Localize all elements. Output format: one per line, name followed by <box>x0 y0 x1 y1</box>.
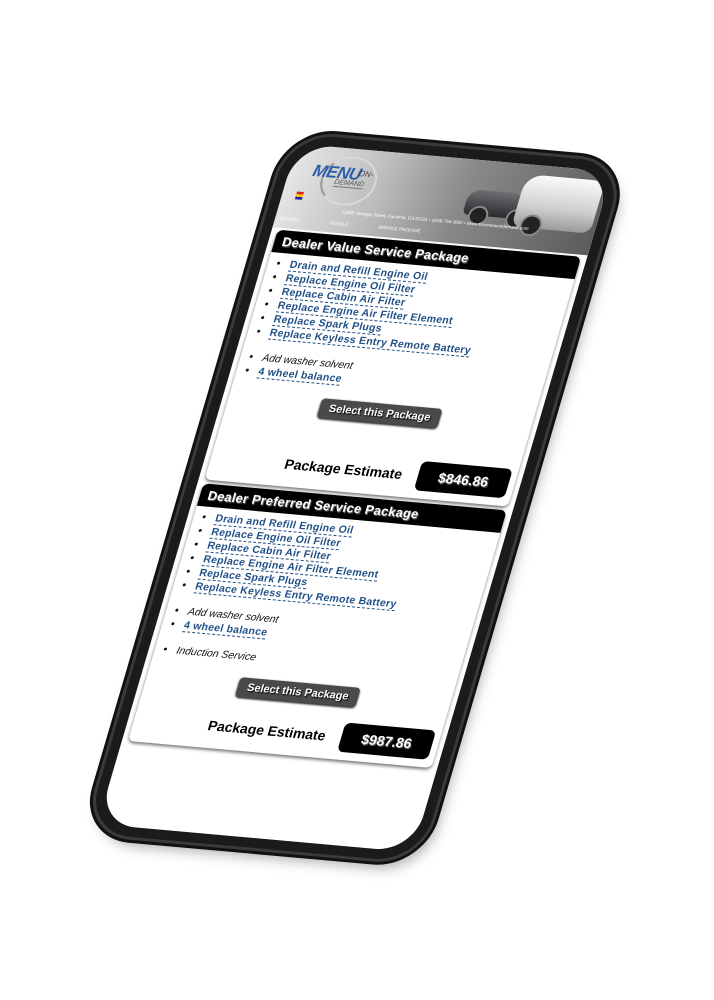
tab-vehicle[interactable]: VEHICLE <box>328 220 349 227</box>
phone-frame: MENU ON- DEMAND 12558 Vantage Street, Pa… <box>84 133 625 863</box>
estimate-label: Package Estimate <box>205 717 328 744</box>
cars-banner-image <box>452 163 609 241</box>
phone-screen: MENU ON- DEMAND 12558 Vantage Street, Pa… <box>97 143 613 853</box>
estimate-value: $987.86 <box>337 722 437 760</box>
estimate-value: $846.86 <box>413 461 513 499</box>
tab-advisor[interactable]: ADVISOR <box>278 216 300 223</box>
tab-service-package[interactable]: SERVICE PACKAGE <box>377 225 421 234</box>
package-card-dealer-preferred: Dealer Preferred Service Package Drain a… <box>127 483 507 769</box>
estimate-label: Package Estimate <box>282 455 405 482</box>
menu-on-demand-logo[interactable]: MENU ON- DEMAND <box>306 153 389 208</box>
language-flag-icon[interactable] <box>294 191 305 200</box>
logo-on-text: ON- <box>357 169 375 180</box>
package-card-dealer-value: Dealer Value Service Package Drain and R… <box>204 229 582 507</box>
